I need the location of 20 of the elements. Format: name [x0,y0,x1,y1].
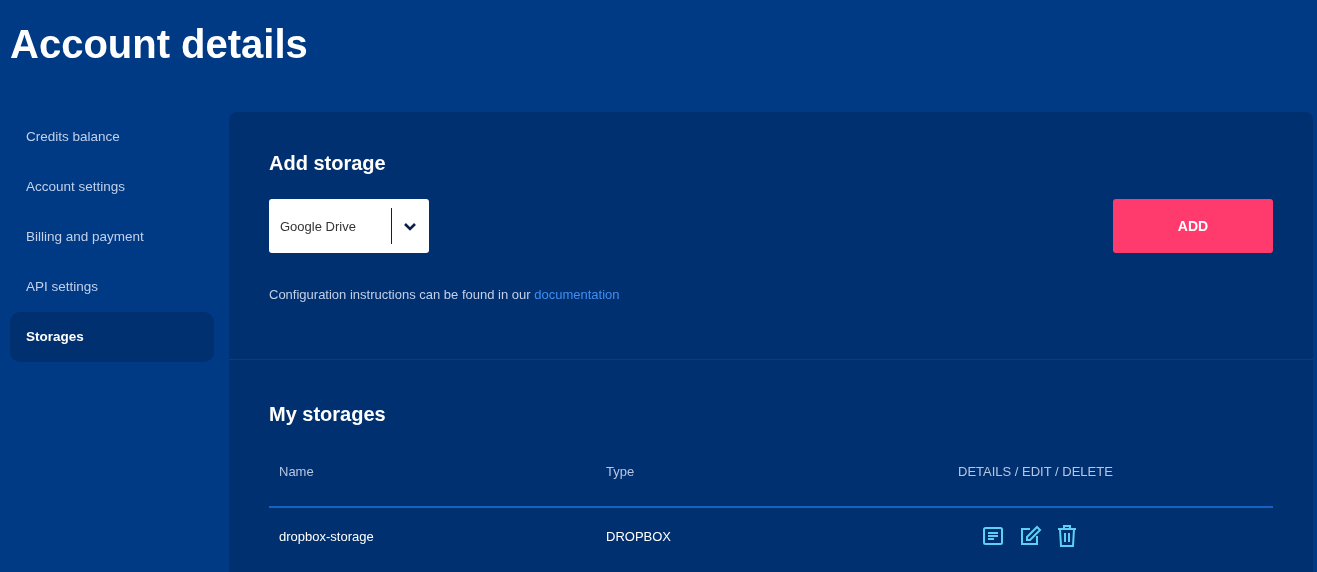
instructions-text: Configuration instructions can be found in our documentation [269,287,621,302]
trash-icon[interactable] [1056,524,1078,548]
storage-select[interactable]: Google Drive [269,199,429,253]
sidebar-item[interactable]: Billing and payment [10,212,214,262]
sidebar-item[interactable]: Account settings [10,162,214,212]
chevron-down-icon [403,221,417,231]
details-icon[interactable] [982,525,1004,547]
column-header: Type [605,464,636,479]
edit-icon[interactable] [1018,525,1042,547]
documentation-link[interactable]: documentation [534,287,620,302]
sidebar-item[interactable]: API settings [10,262,214,312]
page-title: Account details [9,21,309,68]
column-header: Name [278,464,315,479]
section-heading: Add storage [269,152,387,175]
table-cell-text: dropbox-storage [278,528,375,544]
section-heading: My storages [269,403,387,426]
sidebar-item[interactable]: Storages [10,312,214,362]
table-cell-text: DROPBOX [605,528,672,544]
column-header: DETAILS / EDIT / DELETE [957,464,1114,479]
sidebar-item[interactable]: Credits balance [10,112,214,162]
